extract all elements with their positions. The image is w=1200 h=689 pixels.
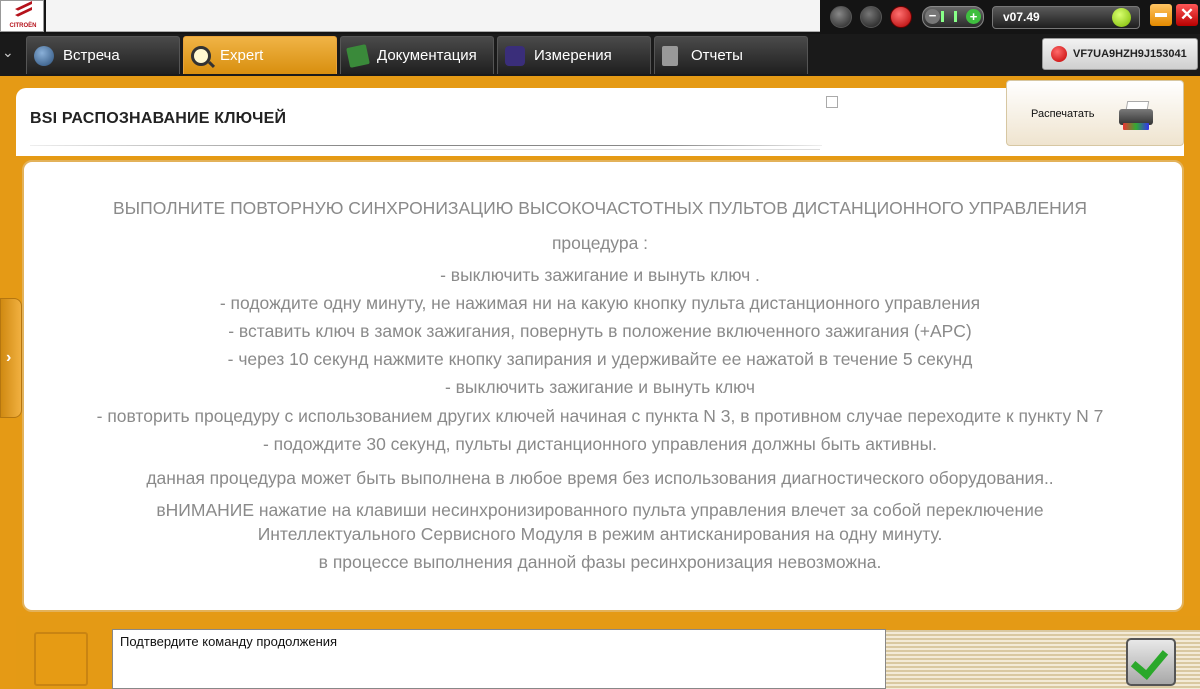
prompt-field: Подтвердите команду продолжения <box>112 629 886 689</box>
minimize-button[interactable] <box>1150 4 1172 26</box>
report-icon <box>662 46 678 66</box>
instruction-step: - подождите 30 секунд, пульты дистанцион… <box>262 434 938 454</box>
tab-meeting[interactable]: Встреча <box>26 36 180 74</box>
at-mail-icon[interactable] <box>890 6 912 28</box>
instruction-step: - подождите одну минуту, не нажимая ни н… <box>219 293 981 313</box>
print-label: Распечатать <box>1031 108 1095 120</box>
title-bar: CITROËN − + v07.49 ✕ <box>0 0 1200 34</box>
tab-bar: Встреча Expert Документация Измерения От… <box>0 34 1200 76</box>
battery-indicator[interactable]: − + <box>922 6 984 28</box>
prompt-text: Подтвердите команду продолжения <box>120 634 338 649</box>
checkmark-icon <box>1130 641 1169 680</box>
tab-reports[interactable]: Отчеты <box>654 36 808 74</box>
print-button[interactable]: Распечатать <box>1006 80 1184 146</box>
confirm-button[interactable] <box>1126 638 1176 686</box>
user-icon[interactable] <box>860 6 882 28</box>
magnifier-icon <box>191 46 211 66</box>
logo-text: CITROËN <box>9 23 37 29</box>
tab-label: Измерения <box>534 47 612 64</box>
status-dot-icon <box>1112 8 1131 27</box>
instruction-step: - выключить зажигание и вынуть ключ <box>444 377 756 397</box>
procedure-label: процедура : <box>551 233 649 253</box>
instructions-heading: ВЫПОЛНИТЕ ПОВТОРНУЮ СИНХРОНИЗАЦИЮ ВЫСОКО… <box>113 198 1087 218</box>
close-button[interactable]: ✕ <box>1176 4 1198 26</box>
battery-bars-icon <box>941 11 957 22</box>
tab-documentation[interactable]: Документация <box>340 36 494 74</box>
procedure-note: данная процедура может быть выполнена в … <box>146 468 1054 488</box>
instruction-step: - вставить ключ в замок зажигания, повер… <box>228 321 972 341</box>
tab-measurements[interactable]: Измерения <box>497 36 651 74</box>
instruction-step: - повторить процедуру с использованием д… <box>96 406 1104 426</box>
warning-text: Интеллектуального Сервисного Модуля в ре… <box>257 524 943 544</box>
power-icon <box>1051 46 1067 62</box>
divider <box>30 145 822 146</box>
status-square <box>34 632 88 686</box>
warning-text: вНИМАНИЕ нажатие на клавиши несинхронизи… <box>156 500 1044 520</box>
citroen-logo: CITROËN <box>0 0 44 32</box>
version-text: v07.49 <box>1003 10 1040 24</box>
tab-label: Встреча <box>63 47 120 64</box>
chevron-logo-icon <box>14 5 32 19</box>
waveform-icon <box>505 46 525 66</box>
minus-icon[interactable]: − <box>925 9 940 24</box>
printer-icon <box>1117 99 1155 133</box>
version-indicator: v07.49 <box>992 6 1140 29</box>
tab-expert[interactable]: Expert <box>183 36 337 74</box>
instruction-step: - через 10 секунд нажмите кнопку запиран… <box>227 349 973 369</box>
tab-label: Expert <box>220 47 264 64</box>
vin-badge[interactable]: VF7UA9HZH9J153041 <box>1042 38 1198 70</box>
vin-text: VF7UA9HZH9J153041 <box>1073 48 1187 60</box>
procedure-note: в процессе выполнения данной фазы ресинх… <box>318 552 882 572</box>
tab-label: Документация <box>377 47 477 64</box>
tab-label: Отчеты <box>691 47 743 64</box>
book-icon <box>346 44 370 68</box>
divider <box>420 149 820 150</box>
page-title: BSI РАСПОЗНАВАНИЕ КЛЮЧЕЙ <box>30 110 287 127</box>
instruction-step: - выключить зажигание и вынуть ключ . <box>440 265 760 285</box>
small-toggle[interactable] <box>826 96 838 108</box>
chevron-down-icon[interactable]: ⌄ <box>2 44 14 61</box>
title-field <box>46 0 820 32</box>
download-icon[interactable] <box>830 6 852 28</box>
meeting-icon <box>34 46 54 66</box>
plus-icon[interactable]: + <box>966 9 981 24</box>
